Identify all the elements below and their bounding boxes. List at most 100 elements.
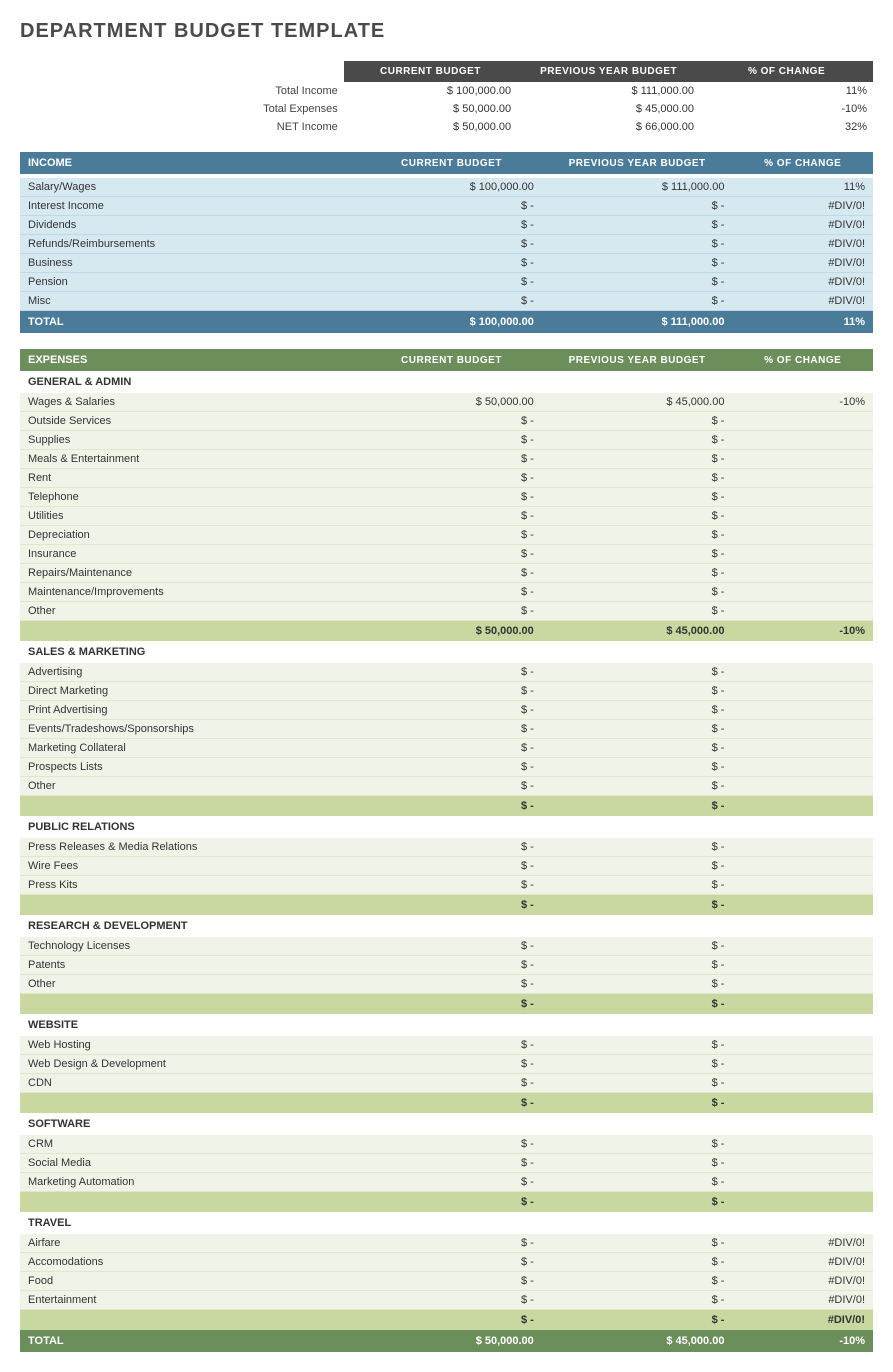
- summary-table: CURRENT BUDGET PREVIOUS YEAR BUDGET % OF…: [20, 61, 873, 136]
- expense-prospects-label: Prospects Lists: [20, 758, 361, 777]
- summary-net-change: 32%: [700, 118, 873, 136]
- expense-advertising: Advertising $ - $ -: [20, 663, 873, 682]
- expense-patents: Patents $ - $ -: [20, 956, 873, 975]
- expense-airfare-current: $ -: [361, 1234, 542, 1253]
- expense-tech-licenses: Technology Licenses $ - $ -: [20, 937, 873, 956]
- expense-repairs-change: [732, 564, 873, 583]
- income-total-change: 11%: [732, 311, 873, 334]
- expense-design-change: [732, 1055, 873, 1074]
- income-header-previous: PREVIOUS YEAR BUDGET: [542, 152, 733, 174]
- income-business-change: #DIV/0!: [732, 254, 873, 273]
- expense-patents-change: [732, 956, 873, 975]
- expense-prospects-previous: $ -: [542, 758, 733, 777]
- income-dividends-change: #DIV/0!: [732, 216, 873, 235]
- expense-prospects: Prospects Lists $ - $ -: [20, 758, 873, 777]
- page-title: DEPARTMENT BUDGET TEMPLATE: [20, 20, 873, 43]
- expense-wire: Wire Fees $ - $ -: [20, 857, 873, 876]
- expense-cdn: CDN $ - $ -: [20, 1074, 873, 1093]
- expense-food-previous: $ -: [542, 1272, 733, 1291]
- income-interest-current: $ -: [361, 197, 542, 216]
- category-software: SOFTWARE: [20, 1113, 873, 1135]
- expense-press-previous: $ -: [542, 838, 733, 857]
- expense-wire-change: [732, 857, 873, 876]
- expense-rent-change: [732, 469, 873, 488]
- expense-entertainment-change: #DIV/0!: [732, 1291, 873, 1310]
- website-subtotal-current: $ -: [361, 1093, 542, 1114]
- income-salary-current: $ 100,000.00: [361, 178, 542, 197]
- category-travel: TRAVEL: [20, 1212, 873, 1234]
- income-misc-change: #DIV/0!: [732, 292, 873, 311]
- expense-advertising-current: $ -: [361, 663, 542, 682]
- expense-airfare-label: Airfare: [20, 1234, 361, 1253]
- summary-expenses-label: Total Expenses: [20, 100, 344, 118]
- expense-collateral-label: Marketing Collateral: [20, 739, 361, 758]
- expense-maintenance-label: Maintenance/Improvements: [20, 583, 361, 602]
- expense-entertainment-label: Entertainment: [20, 1291, 361, 1310]
- expenses-total-current: $ 50,000.00: [361, 1330, 542, 1352]
- expense-crm-current: $ -: [361, 1135, 542, 1154]
- income-salary-previous: $ 111,000.00: [542, 178, 733, 197]
- expense-wire-previous: $ -: [542, 857, 733, 876]
- expense-tech-current: $ -: [361, 937, 542, 956]
- expense-marketing-auto: Marketing Automation $ - $ -: [20, 1173, 873, 1192]
- expense-airfare: Airfare $ - $ - #DIV/0!: [20, 1234, 873, 1253]
- summary-income-label: Total Income: [20, 82, 344, 100]
- expense-wages-previous: $ 45,000.00: [542, 393, 733, 412]
- expense-supplies: Supplies $ - $ -: [20, 431, 873, 450]
- category-sales-marketing: SALES & MARKETING: [20, 641, 873, 663]
- travel-subtotal-previous: $ -: [542, 1310, 733, 1331]
- pr-subtotal-label: [20, 895, 361, 916]
- expense-maintenance: Maintenance/Improvements $ - $ -: [20, 583, 873, 602]
- income-header-current: CURRENT BUDGET: [361, 152, 542, 174]
- category-rd: RESEARCH & DEVELOPMENT: [20, 915, 873, 937]
- summary-net-label: NET Income: [20, 118, 344, 136]
- income-misc-label: Misc: [20, 292, 361, 311]
- expense-wire-label: Wire Fees: [20, 857, 361, 876]
- software-subtotal-previous: $ -: [542, 1192, 733, 1213]
- income-refunds-current: $ -: [361, 235, 542, 254]
- expense-telephone-change: [732, 488, 873, 507]
- expense-auto-previous: $ -: [542, 1173, 733, 1192]
- expense-other-sales-change: [732, 777, 873, 796]
- expense-supplies-previous: $ -: [542, 431, 733, 450]
- expenses-total-change: -10%: [732, 1330, 873, 1352]
- summary-net-previous: $ 66,000.00: [517, 118, 700, 136]
- expense-direct-marketing: Direct Marketing $ - $ -: [20, 682, 873, 701]
- summary-header-row: CURRENT BUDGET PREVIOUS YEAR BUDGET % OF…: [20, 61, 873, 82]
- expense-accom-label: Accomodations: [20, 1253, 361, 1272]
- income-total-row: TOTAL $ 100,000.00 $ 111,000.00 11%: [20, 311, 873, 334]
- income-pension-previous: $ -: [542, 273, 733, 292]
- expense-social-media: Social Media $ - $ -: [20, 1154, 873, 1173]
- website-subtotal-change: [732, 1093, 873, 1114]
- expense-advertising-change: [732, 663, 873, 682]
- income-section-header: INCOME CURRENT BUDGET PREVIOUS YEAR BUDG…: [20, 152, 873, 174]
- expense-events-previous: $ -: [542, 720, 733, 739]
- income-interest-previous: $ -: [542, 197, 733, 216]
- expense-utilities-change: [732, 507, 873, 526]
- expense-meals: Meals & Entertainment $ - $ -: [20, 450, 873, 469]
- expense-web-hosting: Web Hosting $ - $ -: [20, 1036, 873, 1055]
- expense-entertainment-current: $ -: [361, 1291, 542, 1310]
- category-website: WEBSITE: [20, 1014, 873, 1036]
- expense-social-current: $ -: [361, 1154, 542, 1173]
- expense-rent-current: $ -: [361, 469, 542, 488]
- income-header-change: % OF CHANGE: [732, 152, 873, 174]
- summary-income-current: $ 100,000.00: [344, 82, 517, 100]
- general-subtotal-row: $ 50,000.00 $ 45,000.00 -10%: [20, 621, 873, 642]
- income-business-previous: $ -: [542, 254, 733, 273]
- expense-advertising-label: Advertising: [20, 663, 361, 682]
- expense-entertainment-previous: $ -: [542, 1291, 733, 1310]
- income-row-salary: Salary/Wages $ 100,000.00 $ 111,000.00 1…: [20, 178, 873, 197]
- expense-cdn-current: $ -: [361, 1074, 542, 1093]
- sales-subtotal-label: [20, 796, 361, 817]
- expense-cdn-label: CDN: [20, 1074, 361, 1093]
- summary-income-change: 11%: [700, 82, 873, 100]
- expense-wages-current: $ 50,000.00: [361, 393, 542, 412]
- category-travel-label: TRAVEL: [20, 1212, 873, 1234]
- expenses-section-header: EXPENSES CURRENT BUDGET PREVIOUS YEAR BU…: [20, 349, 873, 371]
- expense-wages: Wages & Salaries $ 50,000.00 $ 45,000.00…: [20, 393, 873, 412]
- website-subtotal-previous: $ -: [542, 1093, 733, 1114]
- expense-press-kits: Press Kits $ - $ -: [20, 876, 873, 895]
- expense-insurance-previous: $ -: [542, 545, 733, 564]
- expense-crm-change: [732, 1135, 873, 1154]
